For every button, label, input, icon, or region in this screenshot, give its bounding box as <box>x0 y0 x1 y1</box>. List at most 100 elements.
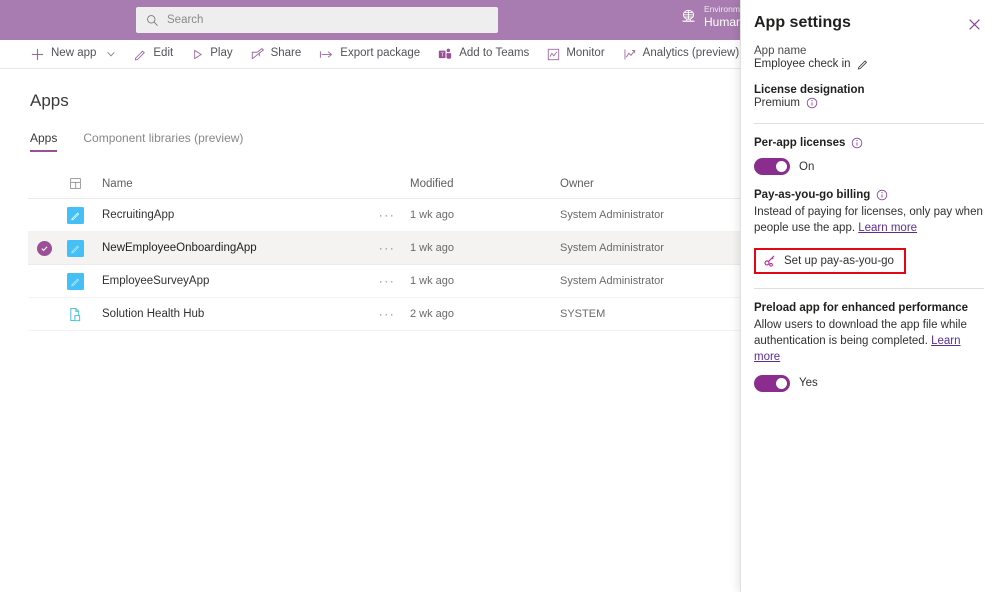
add-to-teams-button[interactable]: T Add to Teams <box>429 40 538 69</box>
table-row[interactable]: RecruitingApp ··· 1 wk ago System Admini… <box>28 199 740 232</box>
table-row[interactable]: NewEmployeeOnboardingApp ··· 1 wk ago Sy… <box>28 232 740 265</box>
info-icon[interactable] <box>876 189 888 201</box>
preload-toggle-row: Yes <box>754 375 984 392</box>
apps-content-area: Apps Apps Component libraries (preview) <box>0 69 740 592</box>
table-grid-icon <box>69 177 82 190</box>
row-app-name[interactable]: Solution Health Hub <box>90 308 364 320</box>
apps-table: Name Modified Owner RecruitingApp ··· 1 <box>28 169 740 331</box>
canvas-app-icon <box>67 273 84 290</box>
pay-as-you-go-text: Pay-as-you-go billing <box>754 189 870 201</box>
add-to-teams-label: Add to Teams <box>459 48 529 60</box>
header-owner[interactable]: Owner <box>560 178 740 190</box>
row-more-actions[interactable]: ··· <box>364 307 410 321</box>
export-package-label: Export package <box>340 48 420 60</box>
header-name[interactable]: Name <box>90 178 364 190</box>
license-designation-row: Premium <box>754 97 984 109</box>
monitor-chart-icon <box>547 48 560 61</box>
export-package-button[interactable]: Export package <box>310 40 429 69</box>
app-settings-panel: App settings App name Employee check in … <box>740 0 1000 592</box>
key-link-icon <box>763 254 777 268</box>
row-app-icon-cell <box>60 240 90 257</box>
app-name-value: Employee check in <box>754 58 851 70</box>
share-button[interactable]: Share <box>242 40 311 69</box>
setup-pay-as-you-go-button[interactable]: Set up pay-as-you-go <box>754 248 906 274</box>
app-root: Search Environment Human <box>0 0 1000 592</box>
svg-text:T: T <box>441 53 445 59</box>
analytics-label: Analytics (preview) <box>643 48 740 60</box>
search-placeholder: Search <box>167 14 203 26</box>
row-more-actions[interactable]: ··· <box>364 241 410 255</box>
row-app-name[interactable]: NewEmployeeOnboardingApp <box>90 242 364 254</box>
close-button[interactable] <box>964 14 984 34</box>
share-icon <box>251 47 265 61</box>
environment-globe-icon <box>680 8 697 25</box>
row-more-actions[interactable]: ··· <box>364 274 410 288</box>
search-input[interactable]: Search <box>136 7 498 33</box>
row-app-name[interactable]: EmployeeSurveyApp <box>90 275 364 287</box>
share-label: Share <box>271 48 302 60</box>
preload-description-block: Allow users to download the app file whi… <box>754 317 984 366</box>
toggle-knob <box>776 161 787 172</box>
row-app-icon-cell <box>60 306 90 323</box>
tab-list: Apps Component libraries (preview) <box>30 131 243 152</box>
edit-button[interactable]: Edit <box>125 40 182 69</box>
tab-component-libraries-label: Component libraries (preview) <box>83 131 243 145</box>
license-designation-label: License designation <box>754 84 984 96</box>
row-modified: 1 wk ago <box>410 209 560 221</box>
close-icon <box>968 18 981 31</box>
row-owner: System Administrator <box>560 275 740 287</box>
header-modified[interactable]: Modified <box>410 178 560 190</box>
table-row[interactable]: EmployeeSurveyApp ··· 1 wk ago System Ad… <box>28 265 740 298</box>
solution-page-icon <box>67 306 84 323</box>
row-owner: SYSTEM <box>560 308 740 320</box>
monitor-label: Monitor <box>566 48 604 60</box>
preload-label: Preload app for enhanced performance <box>754 302 984 314</box>
info-icon[interactable] <box>806 97 818 109</box>
row-app-icon-cell <box>60 207 90 224</box>
row-checkbox[interactable] <box>28 241 60 256</box>
pay-as-you-go-learn-more-link[interactable]: Learn more <box>858 222 917 234</box>
app-name-label: App name <box>754 45 984 57</box>
analytics-line-icon <box>623 48 637 61</box>
page-title: Apps <box>30 91 69 111</box>
row-app-icon-cell <box>60 273 90 290</box>
export-arrow-icon <box>319 48 334 61</box>
canvas-app-icon <box>67 207 84 224</box>
license-designation-value: Premium <box>754 97 800 109</box>
search-icon <box>146 14 159 27</box>
panel-header: App settings <box>754 14 984 34</box>
row-app-name[interactable]: RecruitingApp <box>90 209 364 221</box>
app-name-row: Employee check in <box>754 58 984 70</box>
panel-title: App settings <box>754 14 851 32</box>
tab-apps[interactable]: Apps <box>30 131 57 152</box>
pay-as-you-go-label: Pay-as-you-go billing <box>754 189 984 201</box>
tab-component-libraries[interactable]: Component libraries (preview) <box>83 131 243 152</box>
table-row[interactable]: Solution Health Hub ··· 2 wk ago SYSTEM <box>28 298 740 331</box>
monitor-button[interactable]: Monitor <box>538 40 613 69</box>
play-triangle-icon <box>191 48 204 61</box>
pencil-edit-icon[interactable] <box>857 58 869 70</box>
header-grid-icon-cell <box>60 177 90 190</box>
per-app-licenses-label: Per-app licenses <box>754 137 984 149</box>
table-header-row: Name Modified Owner <box>28 169 740 199</box>
info-icon[interactable] <box>851 137 863 149</box>
row-modified: 1 wk ago <box>410 275 560 287</box>
teams-icon: T <box>438 47 453 61</box>
play-button[interactable]: Play <box>182 40 241 69</box>
row-selected-check-icon <box>37 241 52 256</box>
per-app-licenses-toggle-row: On <box>754 158 984 175</box>
row-more-actions[interactable]: ··· <box>364 208 410 222</box>
preload-toggle[interactable] <box>754 375 790 392</box>
new-app-label: New app <box>51 48 96 60</box>
preload-text: Preload app for enhanced performance <box>754 302 968 314</box>
row-owner: System Administrator <box>560 242 740 254</box>
play-label: Play <box>210 48 232 60</box>
edit-label: Edit <box>153 48 173 60</box>
per-app-licenses-toggle[interactable] <box>754 158 790 175</box>
new-app-button[interactable]: New app <box>28 40 125 69</box>
analytics-button[interactable]: Analytics (preview) <box>614 40 749 69</box>
pencil-icon <box>134 48 147 61</box>
chevron-down-icon <box>106 49 116 59</box>
per-app-licenses-text: Per-app licenses <box>754 137 845 149</box>
preload-toggle-state: Yes <box>799 377 818 389</box>
